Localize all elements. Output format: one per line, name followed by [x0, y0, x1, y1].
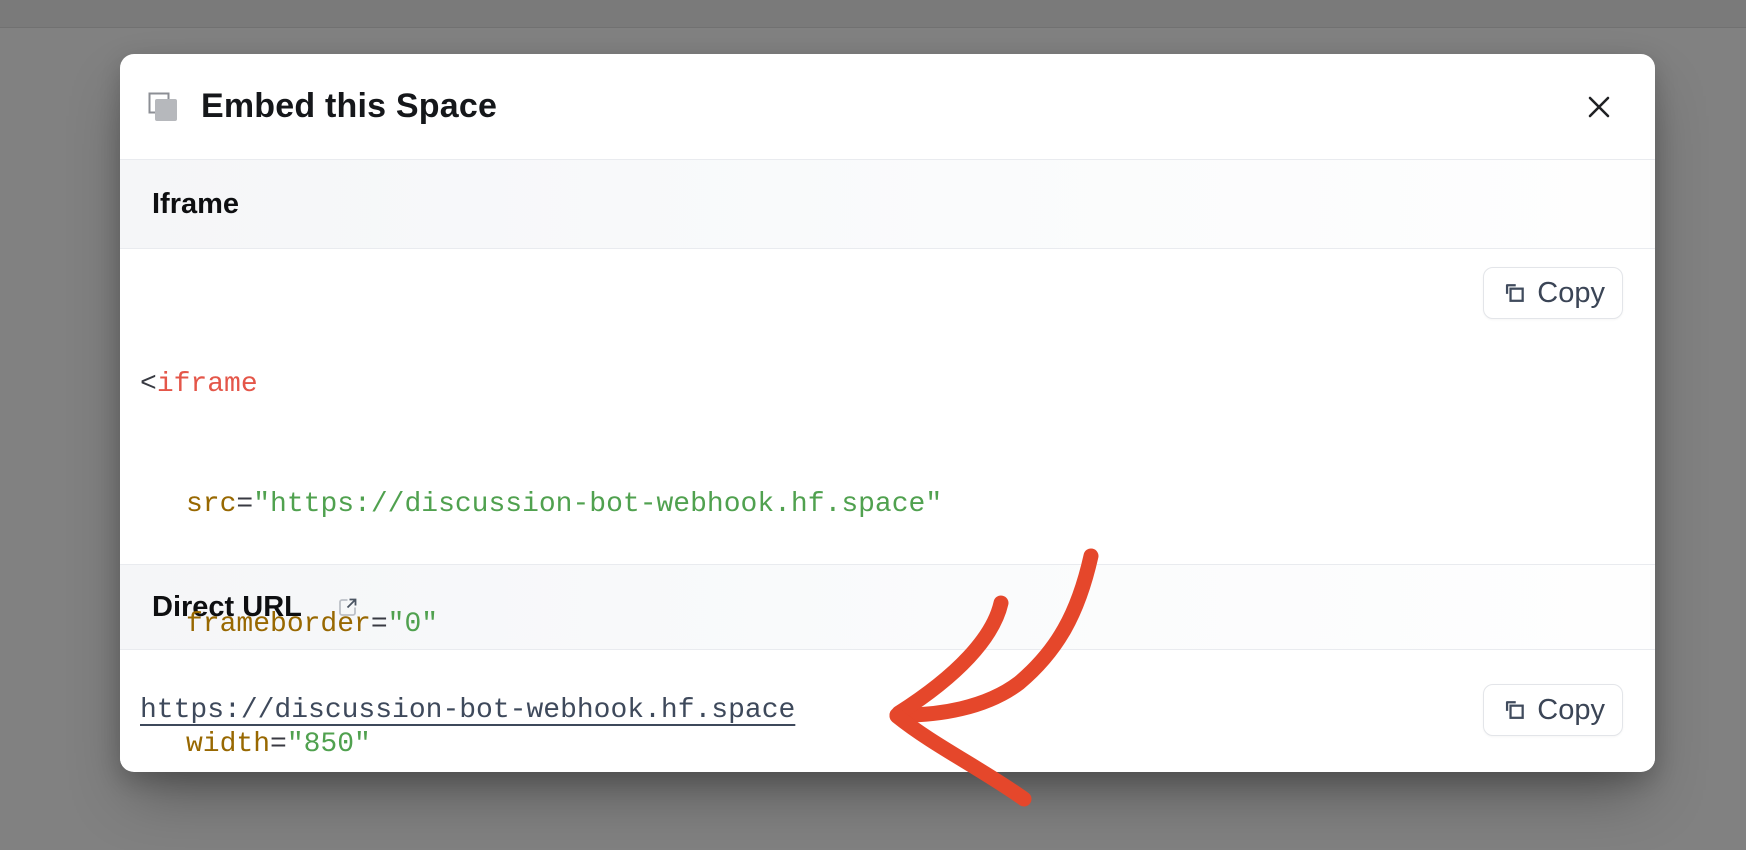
code-line: src="https://discussion-bot-webhook.hf.s… [140, 485, 1635, 525]
iframe-code-section: Copy <iframe src="https://discussion-bot… [120, 249, 1655, 564]
duplicate-icon [148, 92, 178, 122]
copy-button-label: Copy [1537, 277, 1605, 310]
iframe-section-label: Iframe [152, 188, 239, 221]
code-line: width="850" [140, 725, 1635, 765]
code-line: frameborder="0" [140, 605, 1635, 645]
copy-iframe-button[interactable]: Copy [1483, 267, 1623, 319]
code-line: <iframe [140, 365, 1635, 405]
close-button[interactable] [1579, 87, 1619, 127]
code-block: <iframe src="https://discussion-bot-webh… [120, 249, 1655, 772]
dialog-header: Embed this Space [120, 54, 1655, 159]
dialog-title: Embed this Space [201, 87, 497, 126]
embed-space-dialog: Embed this Space Iframe Copy <iframe src… [120, 54, 1655, 772]
copy-icon [1501, 280, 1527, 306]
close-icon [1584, 92, 1614, 122]
section-header-iframe: Iframe [120, 159, 1655, 249]
